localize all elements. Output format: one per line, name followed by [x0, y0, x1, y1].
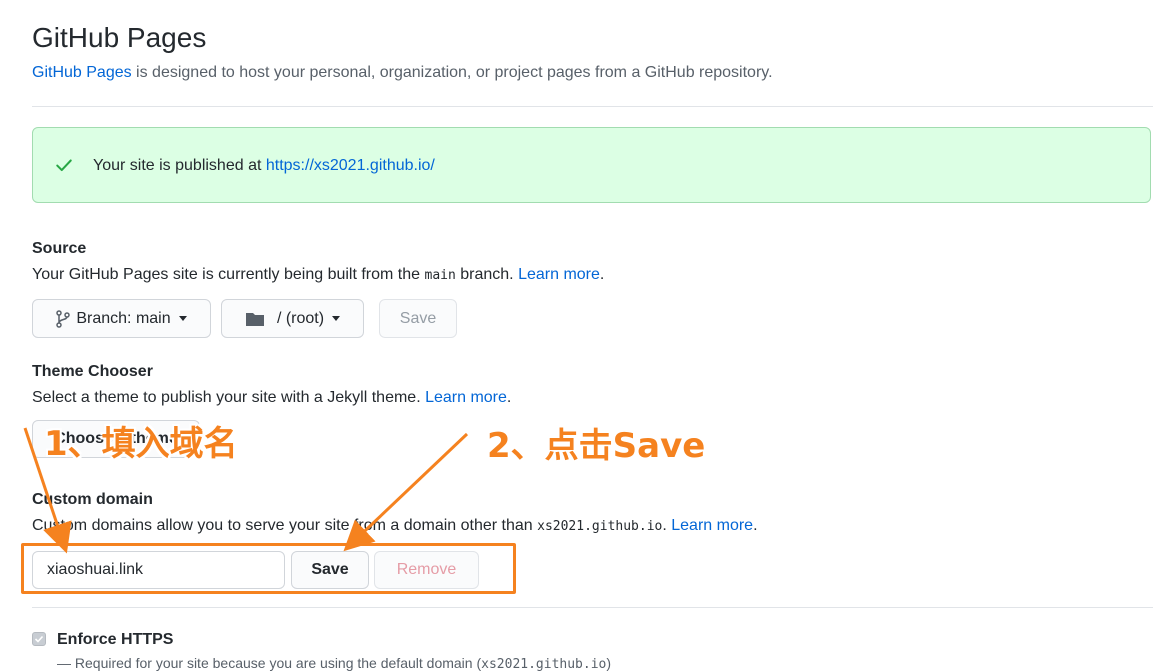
custom-domain-title: Custom domain — [32, 491, 153, 508]
custom-domain-input[interactable] — [32, 551, 285, 589]
theme-desc-text: Select a theme to publish your site with… — [32, 389, 426, 406]
page-title: GitHub Pages — [32, 22, 207, 53]
branch-select-button[interactable]: Branch: main — [32, 299, 211, 338]
branch-code: main — [424, 268, 456, 283]
published-url-link[interactable]: https://xs2021.github.io/ — [266, 157, 435, 174]
folder-icon — [245, 312, 264, 326]
folder-select-button[interactable]: / (root) — [221, 299, 364, 338]
source-desc-after: branch. — [455, 266, 519, 283]
chevron-down-icon — [332, 316, 341, 321]
https-note-after: ) — [606, 655, 612, 671]
git-branch-icon — [56, 309, 71, 328]
enforce-https-label: Enforce HTTPS — [57, 631, 174, 648]
theme-description: Select a theme to publish your site with… — [32, 389, 511, 407]
custom-domain-remove-button[interactable]: Remove — [374, 551, 479, 589]
source-period: . — [599, 266, 605, 283]
source-save-button[interactable]: Save — [379, 299, 457, 338]
custom-domain-save-button[interactable]: Save — [291, 551, 369, 589]
published-message-text: Your site is published at — [93, 157, 266, 174]
chevron-down-icon — [178, 316, 187, 321]
folder-select-label: / (root) — [276, 309, 325, 327]
github-pages-link[interactable]: GitHub Pages — [32, 64, 132, 81]
published-message: Your site is published at https://xs2021… — [93, 157, 435, 175]
custom-domain-desc-after: . — [662, 517, 672, 534]
custom-domain-learn-more-link[interactable]: Learn more — [671, 517, 753, 534]
page-description: GitHub Pages is designed to host your pe… — [32, 64, 773, 82]
header-divider — [32, 106, 1153, 107]
check-icon — [56, 159, 72, 172]
custom-domain-period: . — [753, 517, 758, 534]
https-note-text: — Required for your site because you are… — [57, 655, 482, 671]
source-desc-text: Your GitHub Pages site is currently bein… — [32, 266, 425, 283]
published-flash: Your site is published at https://xs2021… — [32, 127, 1151, 203]
custom-domain-description: Custom domains allow you to serve your s… — [32, 517, 758, 535]
source-learn-more-link[interactable]: Learn more — [518, 266, 600, 283]
custom-domain-desc-text: Custom domains allow you to serve your s… — [32, 517, 538, 534]
page-description-text: is designed to host your personal, organ… — [131, 64, 773, 81]
enforce-https-note: — Required for your site because you are… — [57, 655, 611, 672]
domain-divider — [32, 607, 1153, 608]
domain-code: xs2021.github.io — [537, 519, 663, 534]
theme-learn-more-link[interactable]: Learn more — [425, 389, 507, 406]
checkmark-icon — [34, 635, 44, 643]
theme-period: . — [506, 389, 512, 406]
enforce-https-checkbox[interactable] — [32, 632, 46, 646]
annotation-step1: 1、填入域名 — [44, 424, 238, 464]
source-title: Source — [32, 240, 87, 257]
theme-title: Theme Chooser — [32, 363, 153, 380]
annotation-step2: 2、点击Save — [487, 426, 706, 466]
source-description: Your GitHub Pages site is currently bein… — [32, 266, 604, 284]
branch-select-label: Branch: main — [76, 309, 171, 327]
https-note-code: xs2021.github.io — [481, 657, 607, 672]
